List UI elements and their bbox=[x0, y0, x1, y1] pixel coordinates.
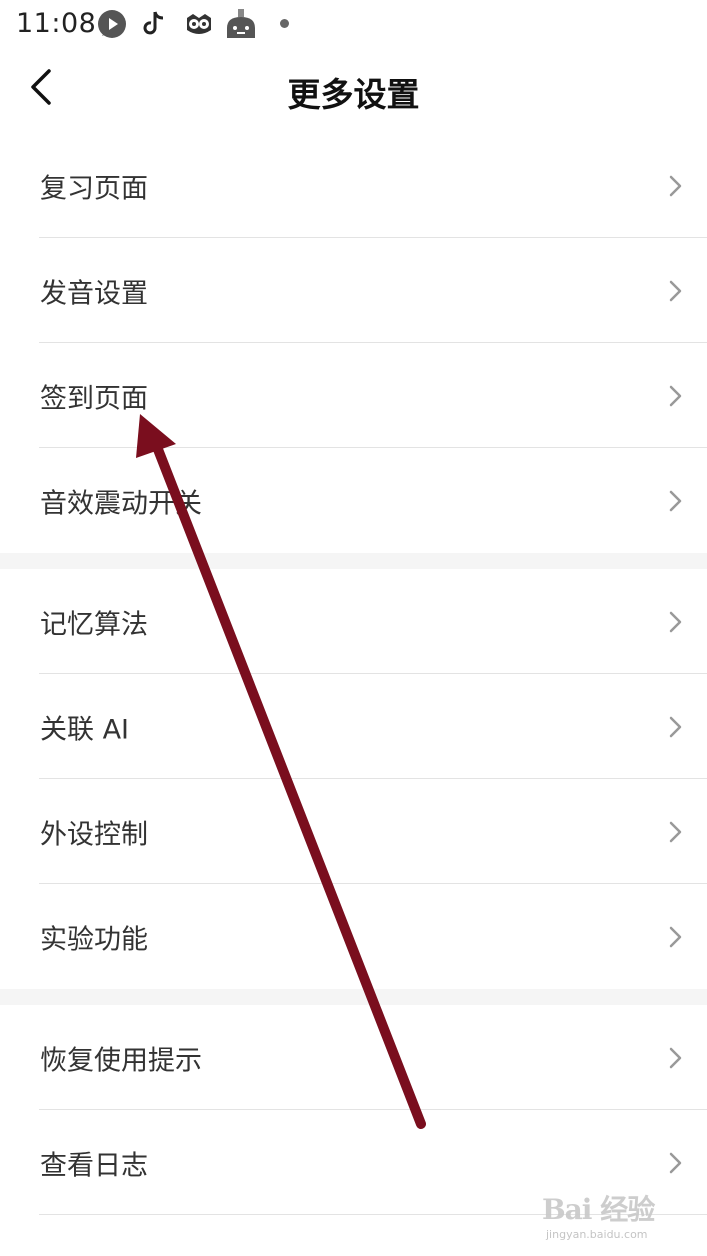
settings-item-check-in-page[interactable]: 签到页面 bbox=[0, 343, 707, 448]
settings-item-experimental-features[interactable]: 实验功能 bbox=[0, 884, 707, 989]
settings-item-pronunciation[interactable]: 发音设置 bbox=[0, 238, 707, 343]
header: 更多设置 bbox=[0, 50, 707, 130]
settings-item-label: 查看日志 bbox=[40, 1150, 148, 1181]
baidu-watermark: Bai 经验 jingyan.baidu.com bbox=[542, 1176, 702, 1244]
tiktok-icon bbox=[143, 8, 167, 42]
settings-item-label: 发音设置 bbox=[40, 278, 148, 309]
settings-list: 复习页面 发音设置 签到页面 音效震动开关 记忆算法 关联 AI 外设控制 实验… bbox=[0, 133, 707, 1215]
settings-item-label: 外设控制 bbox=[40, 819, 148, 850]
settings-group: 复习页面 发音设置 签到页面 音效震动开关 bbox=[0, 133, 707, 553]
status-bar: 11:08 bbox=[0, 0, 707, 50]
section-divider bbox=[0, 553, 707, 569]
robot-icon bbox=[224, 8, 258, 46]
chevron-right-icon bbox=[669, 611, 682, 632]
chevron-right-icon bbox=[669, 926, 682, 947]
settings-item-restore-tips[interactable]: 恢复使用提示 bbox=[0, 1005, 707, 1110]
settings-item-review-page[interactable]: 复习页面 bbox=[0, 133, 707, 238]
watermark-sub: jingyan.baidu.com bbox=[546, 1228, 648, 1241]
settings-group: 记忆算法 关联 AI 外设控制 实验功能 bbox=[0, 569, 707, 989]
settings-item-label: 恢复使用提示 bbox=[40, 1045, 202, 1076]
chevron-right-icon bbox=[669, 490, 682, 511]
chevron-right-icon bbox=[669, 385, 682, 406]
chevron-right-icon bbox=[669, 821, 682, 842]
watermark-text: Bai 经验 bbox=[542, 1193, 655, 1226]
section-divider bbox=[0, 989, 707, 1005]
settings-item-label: 关联 AI bbox=[40, 714, 130, 745]
settings-item-peripheral-control[interactable]: 外设控制 bbox=[0, 779, 707, 884]
status-time: 11:08 bbox=[16, 8, 97, 39]
notification-dot-icon bbox=[280, 19, 289, 28]
chevron-right-icon bbox=[669, 1047, 682, 1068]
owl-icon bbox=[183, 8, 215, 44]
settings-item-memory-algorithm[interactable]: 记忆算法 bbox=[0, 569, 707, 674]
chevron-right-icon bbox=[669, 175, 682, 196]
chevron-right-icon bbox=[669, 280, 682, 301]
chevron-right-icon bbox=[669, 716, 682, 737]
chevron-right-icon bbox=[669, 1152, 682, 1173]
settings-item-label: 实验功能 bbox=[40, 924, 148, 955]
settings-item-label: 音效震动开关 bbox=[40, 488, 202, 519]
settings-item-link-ai[interactable]: 关联 AI bbox=[0, 674, 707, 779]
chat-bubble-icon bbox=[96, 8, 128, 44]
settings-item-label: 记忆算法 bbox=[40, 609, 148, 640]
page-title: 更多设置 bbox=[287, 75, 420, 114]
settings-item-label: 签到页面 bbox=[40, 383, 148, 414]
settings-item-label: 复习页面 bbox=[40, 173, 148, 204]
settings-item-sound-vibration[interactable]: 音效震动开关 bbox=[0, 448, 707, 553]
